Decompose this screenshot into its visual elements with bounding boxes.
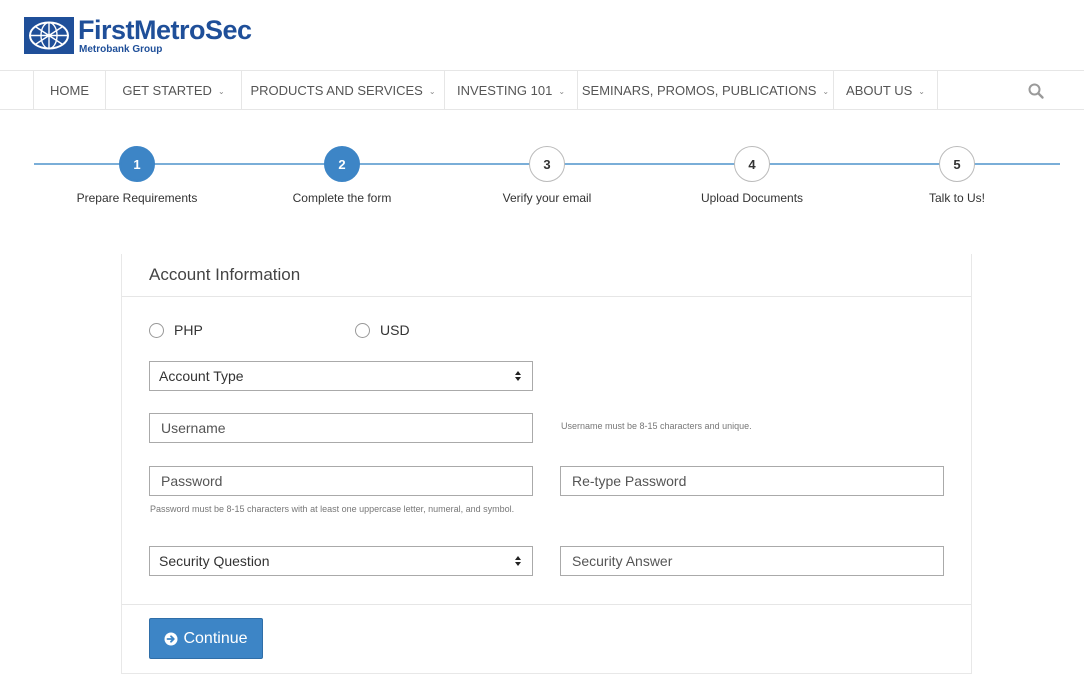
step-4: 4 Upload Documents bbox=[662, 146, 842, 205]
username-field[interactable] bbox=[149, 413, 533, 443]
nav-item-label: ABOUT US bbox=[846, 83, 913, 98]
chevron-down-icon: ⌄ bbox=[558, 86, 566, 96]
chevron-down-icon: ⌄ bbox=[822, 86, 830, 96]
step-label: Talk to Us! bbox=[928, 191, 985, 205]
step-number: 2 bbox=[324, 146, 360, 182]
nav-item-about-us[interactable]: ABOUT US ⌄ bbox=[833, 71, 938, 110]
brand-name: FirstMetroSec bbox=[78, 15, 252, 45]
username-help-text: Username must be 8-15 characters and uni… bbox=[561, 421, 752, 431]
step-1: 1 Prepare Requirements bbox=[47, 146, 227, 205]
step-number: 3 bbox=[529, 146, 565, 182]
continue-label: Continue bbox=[183, 629, 248, 647]
nav-item-label: SEMINARS, PROMOS, PUBLICATIONS bbox=[581, 83, 817, 98]
step-2: 2 Complete the form bbox=[252, 146, 432, 205]
select-value: Account Type bbox=[159, 368, 244, 384]
security-answer-field[interactable] bbox=[560, 546, 944, 576]
nav-item-label: INVESTING 101 bbox=[456, 83, 553, 98]
username-input[interactable] bbox=[161, 420, 521, 436]
nav-item-products-and-services[interactable]: PRODUCTS AND SERVICES ⌄ bbox=[241, 71, 444, 110]
radio-label: PHP bbox=[174, 322, 203, 338]
chevron-down-icon: ⌄ bbox=[217, 86, 225, 96]
security-question-select[interactable]: Security Question bbox=[149, 546, 533, 576]
step-3: 3 Verify your email bbox=[457, 146, 637, 205]
retype-password-input[interactable] bbox=[572, 473, 932, 489]
card-divider bbox=[122, 296, 971, 297]
retype-password-field[interactable] bbox=[560, 466, 944, 496]
step-number: 5 bbox=[939, 146, 975, 182]
nav-item-get-started[interactable]: GET STARTED ⌄ bbox=[105, 71, 241, 110]
step-number: 1 bbox=[119, 146, 155, 182]
step-number: 4 bbox=[734, 146, 770, 182]
search-icon[interactable] bbox=[1027, 82, 1045, 100]
registration-stepper: 1 Prepare Requirements 2 Complete the fo… bbox=[0, 140, 1084, 220]
nav-item-label: HOME bbox=[50, 83, 89, 98]
select-value: Security Question bbox=[159, 553, 270, 569]
nav-item-investing-101[interactable]: INVESTING 101 ⌄ bbox=[444, 71, 577, 110]
site-header: FirstMetroSec Metrobank Group bbox=[0, 0, 1084, 70]
step-label: Prepare Requirements bbox=[76, 191, 198, 205]
card-title: Account Information bbox=[149, 265, 301, 284]
step-label: Verify your email bbox=[502, 191, 592, 205]
continue-button[interactable]: Continue bbox=[149, 618, 263, 659]
password-help-text: Password must be 8-15 characters with at… bbox=[150, 504, 515, 514]
select-arrows-icon bbox=[515, 371, 521, 381]
chevron-down-icon: ⌄ bbox=[428, 86, 436, 96]
radio-button[interactable] bbox=[355, 322, 370, 338]
brand-tagline: Metrobank Group bbox=[79, 44, 163, 55]
account-type-select[interactable]: Account Type bbox=[149, 361, 533, 391]
main-nav: HOME GET STARTED ⌄ PRODUCTS AND SERVICES… bbox=[0, 70, 1084, 110]
radio-button[interactable] bbox=[149, 322, 164, 338]
nav-item-label: PRODUCTS AND SERVICES bbox=[250, 83, 423, 98]
nav-item-seminars-promos-publications[interactable]: SEMINARS, PROMOS, PUBLICATIONS ⌄ bbox=[577, 71, 833, 110]
step-label: Complete the form bbox=[292, 191, 392, 205]
currency-radio-usd[interactable]: USD bbox=[355, 322, 410, 338]
nav-item-label: GET STARTED bbox=[122, 83, 212, 98]
nav-item-home[interactable]: HOME bbox=[33, 71, 105, 110]
brand-logo[interactable]: FirstMetroSec Metrobank Group bbox=[24, 17, 252, 55]
card-footer-divider bbox=[122, 604, 971, 605]
radio-label: USD bbox=[380, 322, 410, 338]
select-arrows-icon bbox=[515, 556, 521, 566]
security-answer-input[interactable] bbox=[572, 553, 932, 569]
account-information-card: Account Information PHP USD Account Type… bbox=[121, 254, 972, 674]
currency-radio-php[interactable]: PHP bbox=[149, 322, 203, 338]
step-5: 5 Talk to Us! bbox=[867, 146, 1047, 205]
arrow-circle-right-icon bbox=[164, 632, 178, 645]
firstmetrosec-logo-icon bbox=[24, 17, 74, 54]
chevron-down-icon: ⌄ bbox=[918, 86, 925, 96]
password-field[interactable] bbox=[149, 466, 533, 496]
step-label: Upload Documents bbox=[700, 191, 804, 205]
password-input[interactable] bbox=[161, 473, 521, 489]
